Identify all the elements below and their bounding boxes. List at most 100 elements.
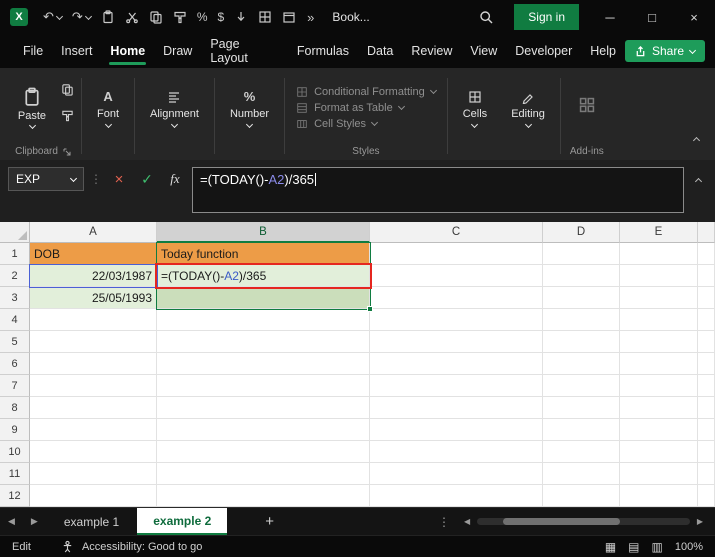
cell-B5[interactable] [157,331,370,353]
row-header-2[interactable]: 2 [0,265,30,287]
cell-D11[interactable] [543,463,620,485]
cell-C9[interactable] [370,419,543,441]
cell-A6[interactable] [30,353,157,375]
cell-D6[interactable] [543,353,620,375]
cell-B7[interactable] [157,375,370,397]
alignment-group-button[interactable]: Alignment [138,72,211,160]
row-header-8[interactable]: 8 [0,397,30,419]
menu-tab-file[interactable]: File [14,34,52,68]
cell-E5[interactable] [620,331,698,353]
cell-C8[interactable] [370,397,543,419]
cell-C10[interactable] [370,441,543,463]
cell-B11[interactable] [157,463,370,485]
row-header-9[interactable]: 9 [0,419,30,441]
undo-button[interactable]: ↶ [38,4,67,30]
cancel-formula-button[interactable]: × [108,167,130,191]
row-header-1[interactable]: 1 [0,243,30,265]
formula-input[interactable]: =(TODAY()-A2)/365 [192,167,684,213]
formula-bar-collapse-button[interactable] [690,167,707,193]
new-sheet-button[interactable]: + [253,513,286,530]
cell-C2[interactable] [370,265,543,287]
cell-B3[interactable] [157,287,370,309]
cell-A12[interactable] [30,485,157,507]
menu-tab-help[interactable]: Help [581,34,625,68]
enter-formula-button[interactable]: ✓ [136,167,158,191]
sheet-nav-left-icon[interactable]: ◀ [0,516,23,527]
cell-A7[interactable] [30,375,157,397]
cell-A8[interactable] [30,397,157,419]
formula-bar-drag-handle[interactable]: ⋮ [90,167,102,186]
scrollbar-track[interactable] [477,518,690,525]
sheet-tab-example-1[interactable]: example 1 [48,508,135,535]
cell-C5[interactable] [370,331,543,353]
cell-D12[interactable] [543,485,620,507]
menu-tab-developer[interactable]: Developer [506,34,581,68]
row-header-6[interactable]: 6 [0,353,30,375]
page-layout-view-icon[interactable]: ▤ [628,540,639,554]
cell-D7[interactable] [543,375,620,397]
menu-tab-draw[interactable]: Draw [154,34,201,68]
copy-quick-button[interactable] [144,4,168,30]
cell-A9[interactable] [30,419,157,441]
accessibility-status[interactable]: Accessibility: Good to go [82,541,202,553]
cell-C6[interactable] [370,353,543,375]
cell-C11[interactable] [370,463,543,485]
cell-D2[interactable] [543,265,620,287]
ribbon-collapse-button[interactable] [692,130,709,160]
column-header-B[interactable]: B [157,222,370,243]
row-header-5[interactable]: 5 [0,331,30,353]
editing-group-button[interactable]: Editing [499,72,557,160]
row-header-11[interactable]: 11 [0,463,30,485]
menu-tab-home[interactable]: Home [101,34,154,68]
cut-button[interactable] [120,4,144,30]
undo-dropdown-chevron-icon[interactable] [55,12,63,20]
fill-handle[interactable] [367,306,373,312]
cell-D1[interactable] [543,243,620,265]
column-header-C[interactable]: C [370,222,543,243]
cell-C7[interactable] [370,375,543,397]
horizontal-scrollbar[interactable]: ◀ ▶ [460,517,715,526]
cell-E2[interactable] [620,265,698,287]
clipboard-dialog-launcher-icon[interactable] [63,148,71,156]
conditional-formatting-button[interactable]: Conditional Formatting [296,86,437,98]
cell-E12[interactable] [620,485,698,507]
name-box[interactable]: EXP [8,167,84,191]
cell-A1[interactable]: DOB [30,243,157,265]
scroll-right-icon[interactable]: ▶ [693,517,707,526]
number-group-button[interactable]: % Number [218,72,281,160]
column-header-D[interactable]: D [543,222,620,243]
menu-tab-insert[interactable]: Insert [52,34,101,68]
cell-E11[interactable] [620,463,698,485]
cell-E6[interactable] [620,353,698,375]
menu-tab-formulas[interactable]: Formulas [288,34,358,68]
menu-tab-data[interactable]: Data [358,34,402,68]
row-header-10[interactable]: 10 [0,441,30,463]
more-commands-button[interactable]: » [301,10,320,25]
paste-button[interactable]: Paste [8,72,56,143]
cell-A5[interactable] [30,331,157,353]
scrollbar-thumb[interactable] [502,518,620,525]
cell-B8[interactable] [157,397,370,419]
cell-B10[interactable] [157,441,370,463]
minimize-button[interactable]: ─ [589,0,631,34]
column-header-A[interactable]: A [30,222,157,243]
cell-C4[interactable] [370,309,543,331]
cell-E9[interactable] [620,419,698,441]
font-group-button[interactable]: A Font [85,72,131,160]
sheet-tab-example-2[interactable]: example 2 [137,508,228,535]
cell-D9[interactable] [543,419,620,441]
cell-B9[interactable] [157,419,370,441]
search-button[interactable] [469,10,504,25]
sheet-options-button[interactable]: ⋮ [428,515,460,529]
row-header-7[interactable]: 7 [0,375,30,397]
cell-E10[interactable] [620,441,698,463]
cell-D4[interactable] [543,309,620,331]
cell-D3[interactable] [543,287,620,309]
cell-B12[interactable] [157,485,370,507]
select-all-button[interactable] [0,222,30,243]
cell-A2[interactable]: 22/03/1987 [30,265,157,287]
menu-tab-view[interactable]: View [461,34,506,68]
paste-quick-button[interactable] [96,4,120,30]
scroll-left-icon[interactable]: ◀ [460,517,474,526]
excel-app-icon[interactable]: X [10,8,28,26]
